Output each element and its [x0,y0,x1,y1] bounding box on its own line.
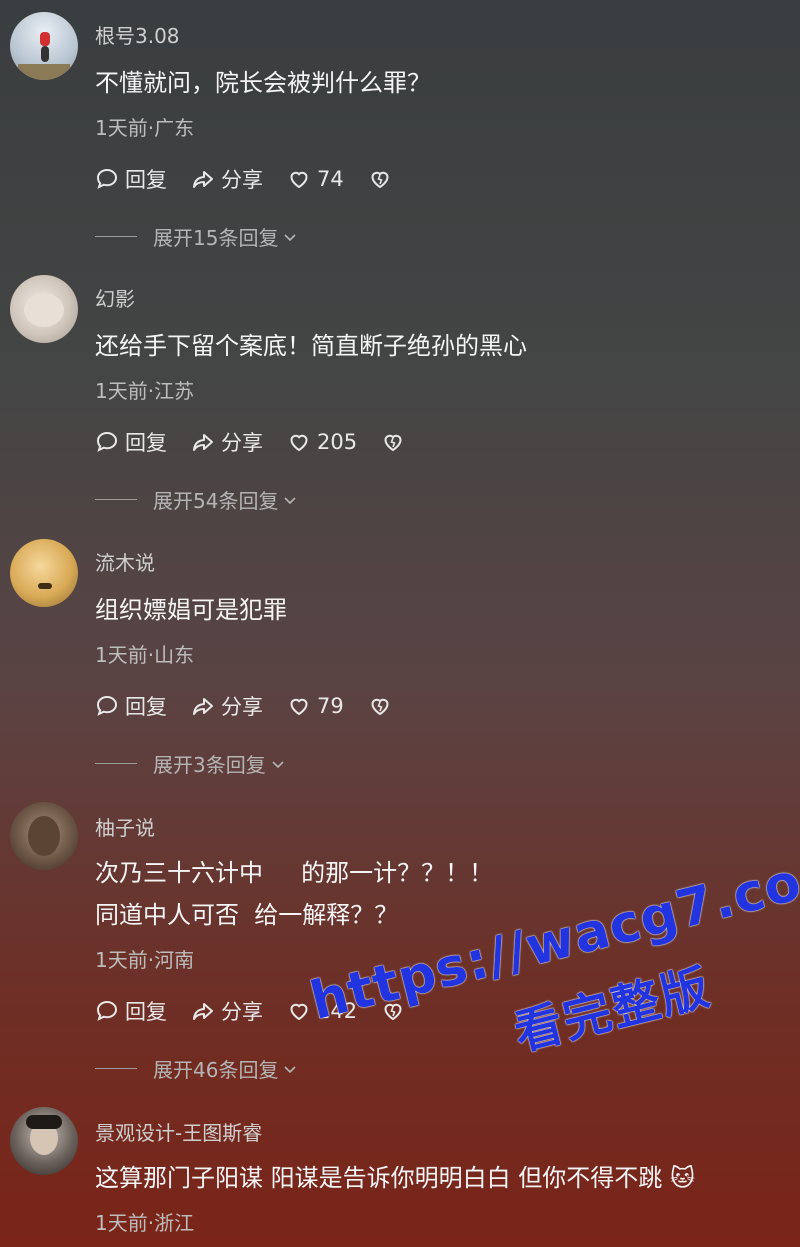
share-label: 分享 [221,431,263,455]
chevron-down-icon [284,1065,297,1073]
heart-icon [290,171,308,189]
share-arrow-icon [193,1003,213,1020]
like-button[interactable]: 205 [287,430,357,454]
avatar[interactable] [10,12,78,80]
divider [95,236,137,237]
reply-button[interactable]: 回复 [95,164,167,194]
comment-meta: 1天前·广东 [95,116,195,140]
share-arrow-icon [193,171,213,188]
comment-bubble-icon [96,1000,118,1021]
comment-actions: 回复 分享 205 [95,427,435,457]
reply-label: 回复 [125,695,167,719]
reply-button[interactable]: 回复 [95,427,167,457]
share-label: 分享 [221,168,263,192]
chevron-down-icon [284,233,297,241]
dislike-button[interactable] [368,167,398,191]
share-button[interactable]: 分享 [191,164,263,194]
chevron-down-icon [284,496,297,504]
like-count: 205 [317,430,358,454]
expand-label: 展开15条回复 [153,226,279,250]
username[interactable]: 景观设计-王图斯睿 [95,1117,262,1146]
share-arrow-icon [193,698,213,715]
heart-icon [290,1003,308,1021]
expand-label: 展开3条回复 [153,753,266,777]
comment-text: 还给手下留个案底！简直断子绝孙的黑心 [95,332,527,360]
expand-replies[interactable]: 展开46条回复 [95,1054,298,1083]
avatar[interactable] [10,539,78,607]
reply-button[interactable]: 回复 [95,691,167,721]
comment-text: 不懂就问，院长会被判什么罪？ [95,69,431,97]
avatar[interactable] [10,275,78,343]
like-button[interactable]: 74 [287,167,344,191]
username[interactable]: 根号3.08 [95,20,180,49]
heart-icon [290,434,308,452]
broken-heart-icon [371,698,389,716]
divider [95,1068,137,1069]
comment-meta: 1天前·浙江 [95,1211,195,1235]
reply-label: 回复 [125,168,167,192]
comment-actions: 回复 分享 74 [95,164,422,194]
divider [95,763,137,764]
like-count: 79 [317,694,344,718]
expand-label: 展开54条回复 [153,489,279,513]
share-label: 分享 [221,1000,263,1024]
broken-heart-icon [371,171,389,189]
comment-text: 次乃三十六计中 的那一计？？！！ [95,859,494,887]
username[interactable]: 柚子说 [95,812,155,841]
share-label: 分享 [221,695,263,719]
comment-bubble-icon [96,168,118,189]
comment-text: 组织嫖娼可是犯罪 [95,596,287,624]
share-arrow-icon [193,434,213,451]
broken-heart-icon [384,434,402,452]
expand-replies[interactable]: 展开15条回复 [95,222,298,251]
dislike-button[interactable] [381,430,411,454]
share-button[interactable]: 分享 [191,691,263,721]
chevron-down-icon [272,760,284,768]
comment-meta: 1天前·山东 [95,643,195,667]
comment-meta: 1天前·江苏 [95,379,195,403]
username[interactable]: 幻影 [95,283,135,312]
comment-bubble-icon [96,695,118,716]
reply-label: 回复 [125,431,167,455]
avatar[interactable] [10,1107,78,1175]
comment-text: 这算那门子阳谋 阳谋是告诉你明明白白 但你不得不跳 🐱 [95,1164,695,1192]
comment-bubble-icon [96,431,118,452]
dislike-button[interactable] [368,694,398,718]
divider [95,499,137,500]
heart-icon [290,698,308,716]
share-button[interactable]: 分享 [191,996,263,1026]
expand-replies[interactable]: 展开3条回复 [95,749,286,778]
avatar[interactable] [10,802,78,870]
like-count: 74 [317,167,344,191]
share-button[interactable]: 分享 [191,427,263,457]
expand-replies[interactable]: 展开54条回复 [95,485,298,514]
reply-label: 回复 [125,1000,167,1024]
comment-meta: 1天前·河南 [95,948,195,972]
like-button[interactable]: 79 [287,694,344,718]
reply-button[interactable]: 回复 [95,996,167,1026]
expand-label: 展开46条回复 [153,1058,279,1082]
username[interactable]: 流木说 [95,547,155,576]
comment-actions: 回复 分享 79 [95,691,422,721]
